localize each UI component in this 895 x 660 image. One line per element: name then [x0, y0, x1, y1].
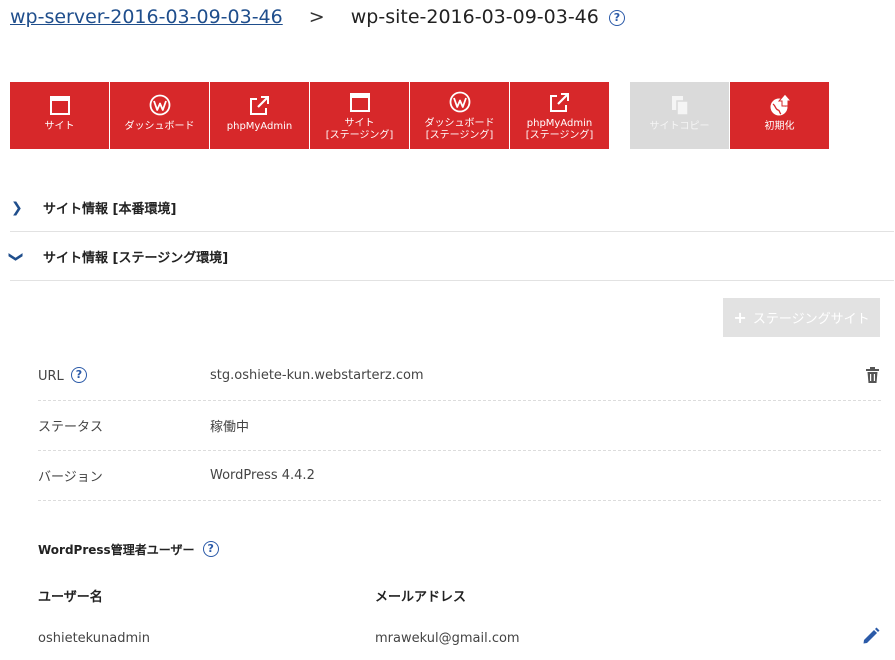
add-staging-site-label: ステージングサイト [752, 312, 870, 327]
staging-dashboard-button[interactable]: ダッシュボード [ステージング] [410, 82, 509, 149]
chevron-right-icon: ❯ [11, 199, 23, 216]
section-staging-toggle[interactable]: ❯ サイト情報 [ステージング環境] [8, 233, 894, 281]
staging-site-button-label: サイト [ステージング] [325, 118, 394, 141]
email-column-header: メールアドレス [375, 590, 467, 605]
copy-icon [668, 94, 692, 116]
url-value: stg.oshiete-kun.webstarterz.com [210, 368, 424, 383]
url-row: URL ? stg.oshiete-kun.webstarterz.com [38, 351, 881, 401]
phpmyadmin-button-label: phpMyAdmin [226, 121, 293, 132]
email-cell: mrawekul@gmail.com [375, 631, 520, 646]
external-link-icon [548, 91, 572, 113]
trash-icon[interactable] [866, 367, 879, 387]
username-cell: oshietekunadmin [38, 631, 151, 646]
site-button[interactable]: サイト [10, 82, 109, 149]
section-production-title: サイト情報 [本番環境] [43, 202, 177, 217]
help-icon[interactable]: ? [202, 541, 219, 557]
initialize-button-label: 初期化 [764, 121, 795, 132]
help-icon[interactable]: ? [608, 10, 625, 26]
browser-window-icon [348, 91, 372, 113]
version-key: バージョン [38, 470, 103, 485]
staging-dashboard-button-label: ダッシュボード [ステージング] [424, 118, 495, 141]
chevron-down-icon: ❯ [8, 250, 24, 263]
breadcrumb-separator: > [308, 6, 325, 28]
section-production-toggle[interactable]: ❯ サイト情報 [本番環境] [10, 184, 894, 232]
help-icon[interactable]: ? [70, 367, 87, 383]
staging-phpmyadmin-button[interactable]: phpMyAdmin [ステージング] [510, 82, 609, 149]
plus-icon: + [733, 308, 747, 327]
username-column-header: ユーザー名 [38, 590, 103, 605]
version-value: WordPress 4.4.2 [210, 468, 315, 483]
section-staging-title: サイト情報 [ステージング環境] [43, 251, 229, 266]
status-key: ステータス [38, 420, 104, 435]
url-key-label: URL [38, 369, 64, 384]
url-key: URL ? [38, 367, 210, 384]
site-copy-button[interactable]: サイトコピー [630, 82, 729, 149]
breadcrumb-server-link[interactable]: wp-server-2016-03-09-03-46 [10, 6, 289, 28]
phpmyadmin-button[interactable]: phpMyAdmin [210, 82, 309, 149]
globe-upload-icon [768, 93, 792, 116]
toolbar-gap [610, 82, 630, 149]
action-toolbar: サイト ダッシュボード phpMyAdmin サイト [ステージング] ダッシュ… [10, 82, 830, 149]
dashboard-button[interactable]: ダッシュボード [110, 82, 209, 149]
wp-admin-heading: WordPress管理者ユーザー ? [38, 541, 219, 558]
dashboard-button-label: ダッシュボード [124, 121, 195, 132]
add-staging-site-button[interactable]: + ステージングサイト [723, 298, 880, 337]
site-copy-button-label: サイトコピー [649, 121, 710, 132]
external-link-icon [248, 94, 272, 116]
staging-phpmyadmin-button-label: phpMyAdmin [ステージング] [525, 118, 594, 141]
browser-window-icon [48, 94, 72, 116]
staging-site-button[interactable]: サイト [ステージング] [310, 82, 409, 149]
status-value: 稼働中 [210, 420, 250, 435]
status-row: ステータス 稼働中 [38, 401, 881, 451]
edit-pencil-icon[interactable] [862, 627, 880, 649]
breadcrumb: wp-server-2016-03-09-03-46 > wp-site-201… [10, 6, 625, 28]
wordpress-icon [448, 91, 472, 113]
wordpress-icon [148, 94, 172, 116]
breadcrumb-current-site: wp-site-2016-03-09-03-46 [350, 6, 599, 28]
wp-admin-heading-label: WordPress管理者ユーザー [38, 543, 195, 557]
version-row: バージョン WordPress 4.4.2 [38, 451, 881, 501]
site-button-label: サイト [44, 121, 75, 132]
initialize-button[interactable]: 初期化 [730, 82, 829, 149]
